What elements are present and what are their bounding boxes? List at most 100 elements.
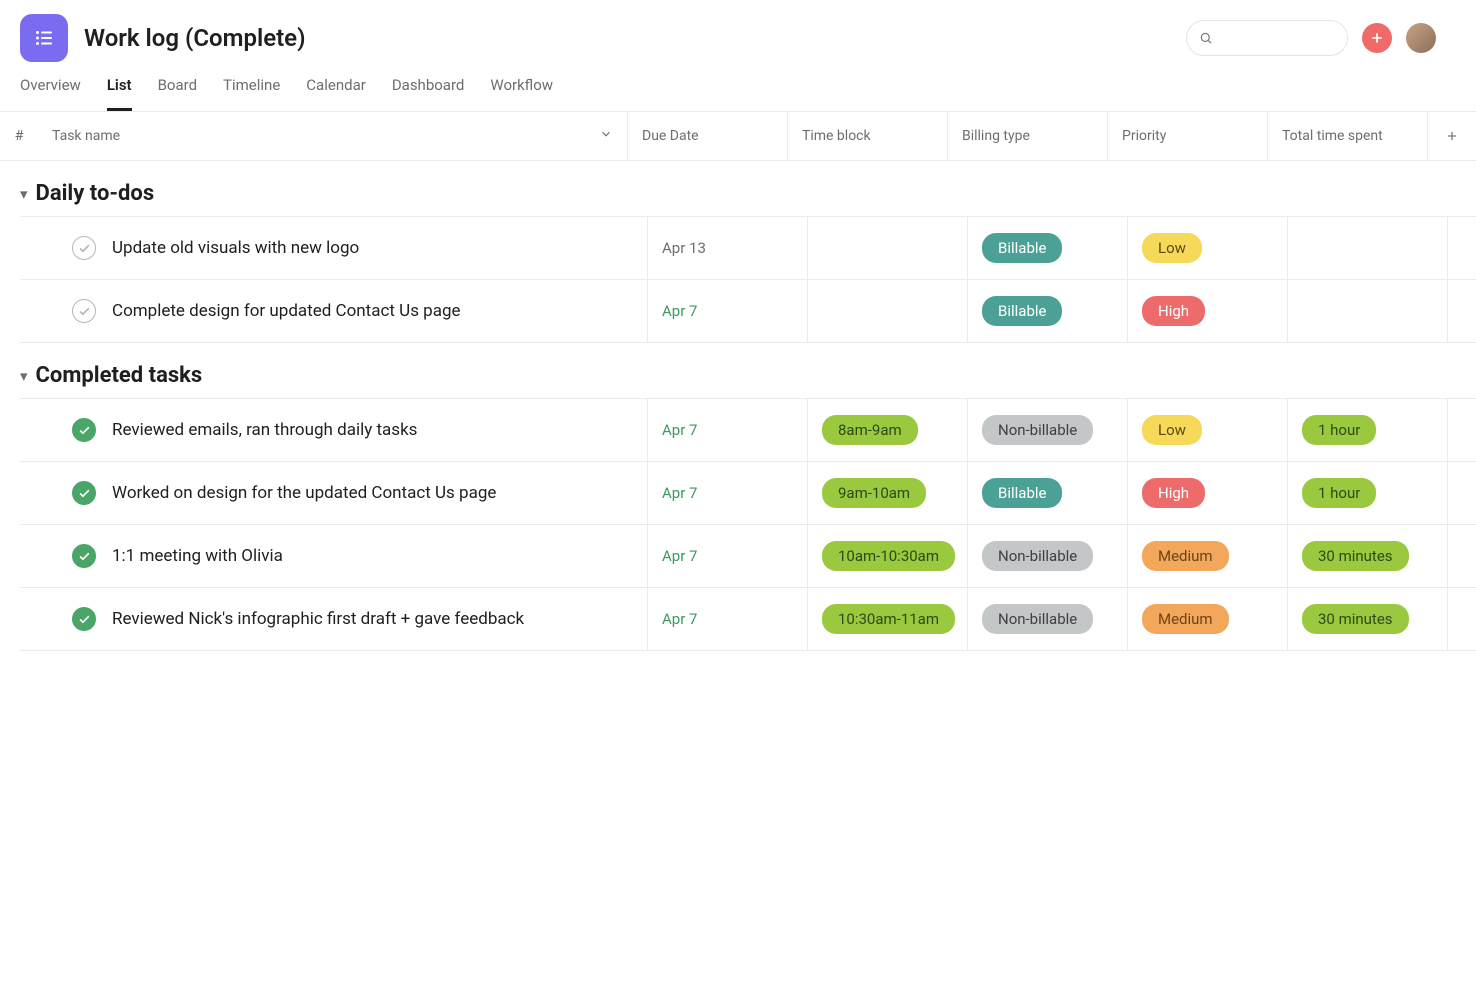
- total-time-cell[interactable]: 1 hour: [1288, 399, 1448, 461]
- col-billing-type[interactable]: Billing type: [948, 112, 1108, 160]
- task-row[interactable]: Update old visuals with new logoApr 13 Bi…: [20, 216, 1476, 279]
- col-total-time[interactable]: Total time spent: [1268, 112, 1428, 160]
- tab-calendar[interactable]: Calendar: [306, 76, 366, 111]
- sections: ▾ Daily to-dos Update old visuals with new…: [0, 161, 1476, 651]
- chevron-down-icon[interactable]: [599, 127, 613, 145]
- billing-cell[interactable]: Non-billable: [968, 588, 1128, 650]
- collapse-icon[interactable]: ▾: [20, 185, 28, 203]
- due-date-cell[interactable]: Apr 7: [648, 462, 808, 524]
- avatar[interactable]: [1406, 23, 1436, 53]
- priority-cell[interactable]: Medium: [1128, 588, 1288, 650]
- add-column-button[interactable]: [1428, 112, 1476, 160]
- task-row[interactable]: Reviewed emails, ran through daily tasks…: [20, 398, 1476, 461]
- billing-pill: Billable: [982, 478, 1062, 508]
- due-date-cell[interactable]: Apr 7: [648, 280, 808, 342]
- billing-pill: Billable: [982, 296, 1062, 326]
- complete-toggle[interactable]: [72, 236, 96, 260]
- tab-overview[interactable]: Overview: [20, 76, 81, 111]
- complete-toggle[interactable]: [72, 481, 96, 505]
- row-trailing-cell: [1448, 588, 1476, 650]
- priority-cell[interactable]: Medium: [1128, 525, 1288, 587]
- list-icon: [32, 26, 56, 50]
- row-trailing-cell: [1448, 399, 1476, 461]
- task-row[interactable]: Complete design for updated Contact Us p…: [20, 279, 1476, 343]
- due-date: Apr 7: [662, 421, 697, 439]
- due-date: Apr 7: [662, 484, 697, 502]
- time-block-cell[interactable]: 9am-10am: [808, 462, 968, 524]
- time-block-cell[interactable]: [808, 280, 968, 342]
- billing-pill: Non-billable: [982, 604, 1093, 634]
- priority-pill: Medium: [1142, 604, 1229, 634]
- section-title: Daily to-dos: [36, 181, 155, 206]
- billing-cell[interactable]: Billable: [968, 217, 1128, 279]
- complete-toggle[interactable]: [72, 607, 96, 631]
- tab-dashboard[interactable]: Dashboard: [392, 76, 465, 111]
- row-num-cell: [20, 588, 58, 650]
- task-row[interactable]: Reviewed Nick's infographic first draft …: [20, 587, 1476, 651]
- section-header[interactable]: ▾ Completed tasks: [0, 343, 1476, 398]
- task-row[interactable]: Worked on design for the updated Contact…: [20, 461, 1476, 524]
- total-time-pill: 1 hour: [1302, 478, 1376, 508]
- row-trailing-cell: [1448, 280, 1476, 342]
- priority-cell[interactable]: High: [1128, 462, 1288, 524]
- task-row[interactable]: 1:1 meeting with Olivia Apr 7 10am-10:30am…: [20, 524, 1476, 587]
- task-name-cell[interactable]: Update old visuals with new logo: [58, 217, 648, 279]
- total-time-cell[interactable]: 1 hour: [1288, 462, 1448, 524]
- time-block-cell[interactable]: 8am-9am: [808, 399, 968, 461]
- total-time-pill: 30 minutes: [1302, 604, 1409, 634]
- billing-cell[interactable]: Non-billable: [968, 399, 1128, 461]
- tab-workflow[interactable]: Workflow: [490, 76, 553, 111]
- task-name-cell[interactable]: Reviewed Nick's infographic first draft …: [58, 588, 648, 650]
- priority-cell[interactable]: Low: [1128, 399, 1288, 461]
- add-button[interactable]: [1362, 23, 1392, 53]
- time-block-cell[interactable]: 10:30am-11am: [808, 588, 968, 650]
- due-date-cell[interactable]: Apr 7: [648, 525, 808, 587]
- total-time-cell[interactable]: [1288, 280, 1448, 342]
- task-name-cell[interactable]: 1:1 meeting with Olivia: [58, 525, 648, 587]
- due-date: Apr 7: [662, 547, 697, 565]
- search-input[interactable]: [1219, 30, 1335, 46]
- priority-cell[interactable]: Low: [1128, 217, 1288, 279]
- plus-icon: [1369, 30, 1385, 46]
- search-icon: [1199, 30, 1213, 46]
- task-name-cell[interactable]: Worked on design for the updated Contact…: [58, 462, 648, 524]
- search-box[interactable]: [1186, 20, 1348, 56]
- billing-cell[interactable]: Non-billable: [968, 525, 1128, 587]
- total-time-cell[interactable]: 30 minutes: [1288, 525, 1448, 587]
- collapse-icon[interactable]: ▾: [20, 367, 28, 385]
- task-name-cell[interactable]: Complete design for updated Contact Us p…: [58, 280, 648, 342]
- col-time-block[interactable]: Time block: [788, 112, 948, 160]
- total-time-cell[interactable]: [1288, 217, 1448, 279]
- billing-pill: Non-billable: [982, 541, 1093, 571]
- complete-toggle[interactable]: [72, 299, 96, 323]
- col-num[interactable]: #: [0, 112, 38, 160]
- tab-list[interactable]: List: [107, 76, 132, 111]
- col-priority[interactable]: Priority: [1108, 112, 1268, 160]
- due-date-cell[interactable]: Apr 7: [648, 588, 808, 650]
- project-icon[interactable]: [20, 14, 68, 62]
- col-due-date[interactable]: Due Date: [628, 112, 788, 160]
- tab-timeline[interactable]: Timeline: [223, 76, 280, 111]
- priority-cell[interactable]: High: [1128, 280, 1288, 342]
- task-name-cell[interactable]: Reviewed emails, ran through daily tasks: [58, 399, 648, 461]
- billing-cell[interactable]: Billable: [968, 280, 1128, 342]
- task-table: Update old visuals with new logoApr 13 Bi…: [0, 216, 1476, 343]
- priority-pill: High: [1142, 478, 1205, 508]
- project-title[interactable]: Work log (Complete): [84, 24, 306, 52]
- billing-pill: Non-billable: [982, 415, 1093, 445]
- due-date-cell[interactable]: Apr 7: [648, 399, 808, 461]
- section-header[interactable]: ▾ Daily to-dos: [0, 161, 1476, 216]
- complete-toggle[interactable]: [72, 544, 96, 568]
- due-date-cell[interactable]: Apr 13: [648, 217, 808, 279]
- task-table: Reviewed emails, ran through daily tasks…: [0, 398, 1476, 651]
- complete-toggle[interactable]: [72, 418, 96, 442]
- time-block-cell[interactable]: 10am-10:30am: [808, 525, 968, 587]
- tab-board[interactable]: Board: [158, 76, 197, 111]
- col-task-name[interactable]: Task name: [38, 112, 628, 160]
- time-block-pill: 8am-9am: [822, 415, 918, 445]
- time-block-cell[interactable]: [808, 217, 968, 279]
- billing-cell[interactable]: Billable: [968, 462, 1128, 524]
- due-date: Apr 7: [662, 610, 697, 628]
- total-time-cell[interactable]: 30 minutes: [1288, 588, 1448, 650]
- section-title: Completed tasks: [36, 363, 203, 388]
